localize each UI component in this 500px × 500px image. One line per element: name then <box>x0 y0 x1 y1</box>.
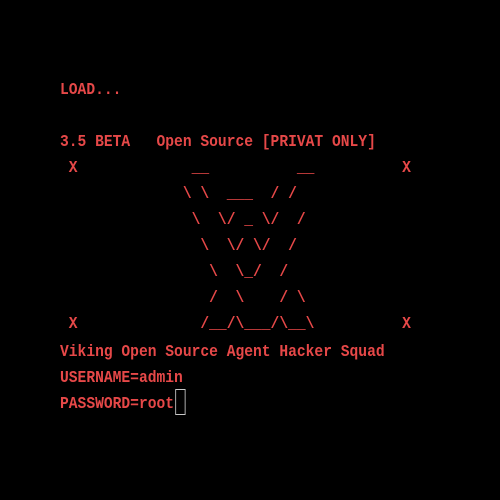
load-line: LOAD... <box>60 81 122 100</box>
ascii-art-line: \ \/ _ \/ / <box>60 211 306 230</box>
ascii-art-line: X /__/\___/\__\ X <box>60 315 411 334</box>
ascii-art-line: X __ __ X <box>60 159 411 178</box>
banner-line: Viking Open Source Agent Hacker Squad <box>60 343 385 362</box>
password-prompt[interactable]: PASSWORD=root <box>60 389 186 418</box>
terminal-screen[interactable]: LOAD... 3.5 BETA Open Source [PRIVAT ONL… <box>0 0 500 500</box>
password-line: PASSWORD=root <box>60 395 175 414</box>
ascii-art-line: \ \_/ / <box>60 263 289 282</box>
version-line: 3.5 BETA Open Source [PRIVAT ONLY] <box>60 133 376 152</box>
username-line: USERNAME=admin <box>60 369 183 388</box>
ascii-art-line: \ \ ___ / / <box>60 185 297 204</box>
ascii-art-line: \ \/ \/ / <box>60 237 297 256</box>
text-cursor <box>174 389 186 416</box>
ascii-art-line: / \ / \ <box>60 289 306 308</box>
